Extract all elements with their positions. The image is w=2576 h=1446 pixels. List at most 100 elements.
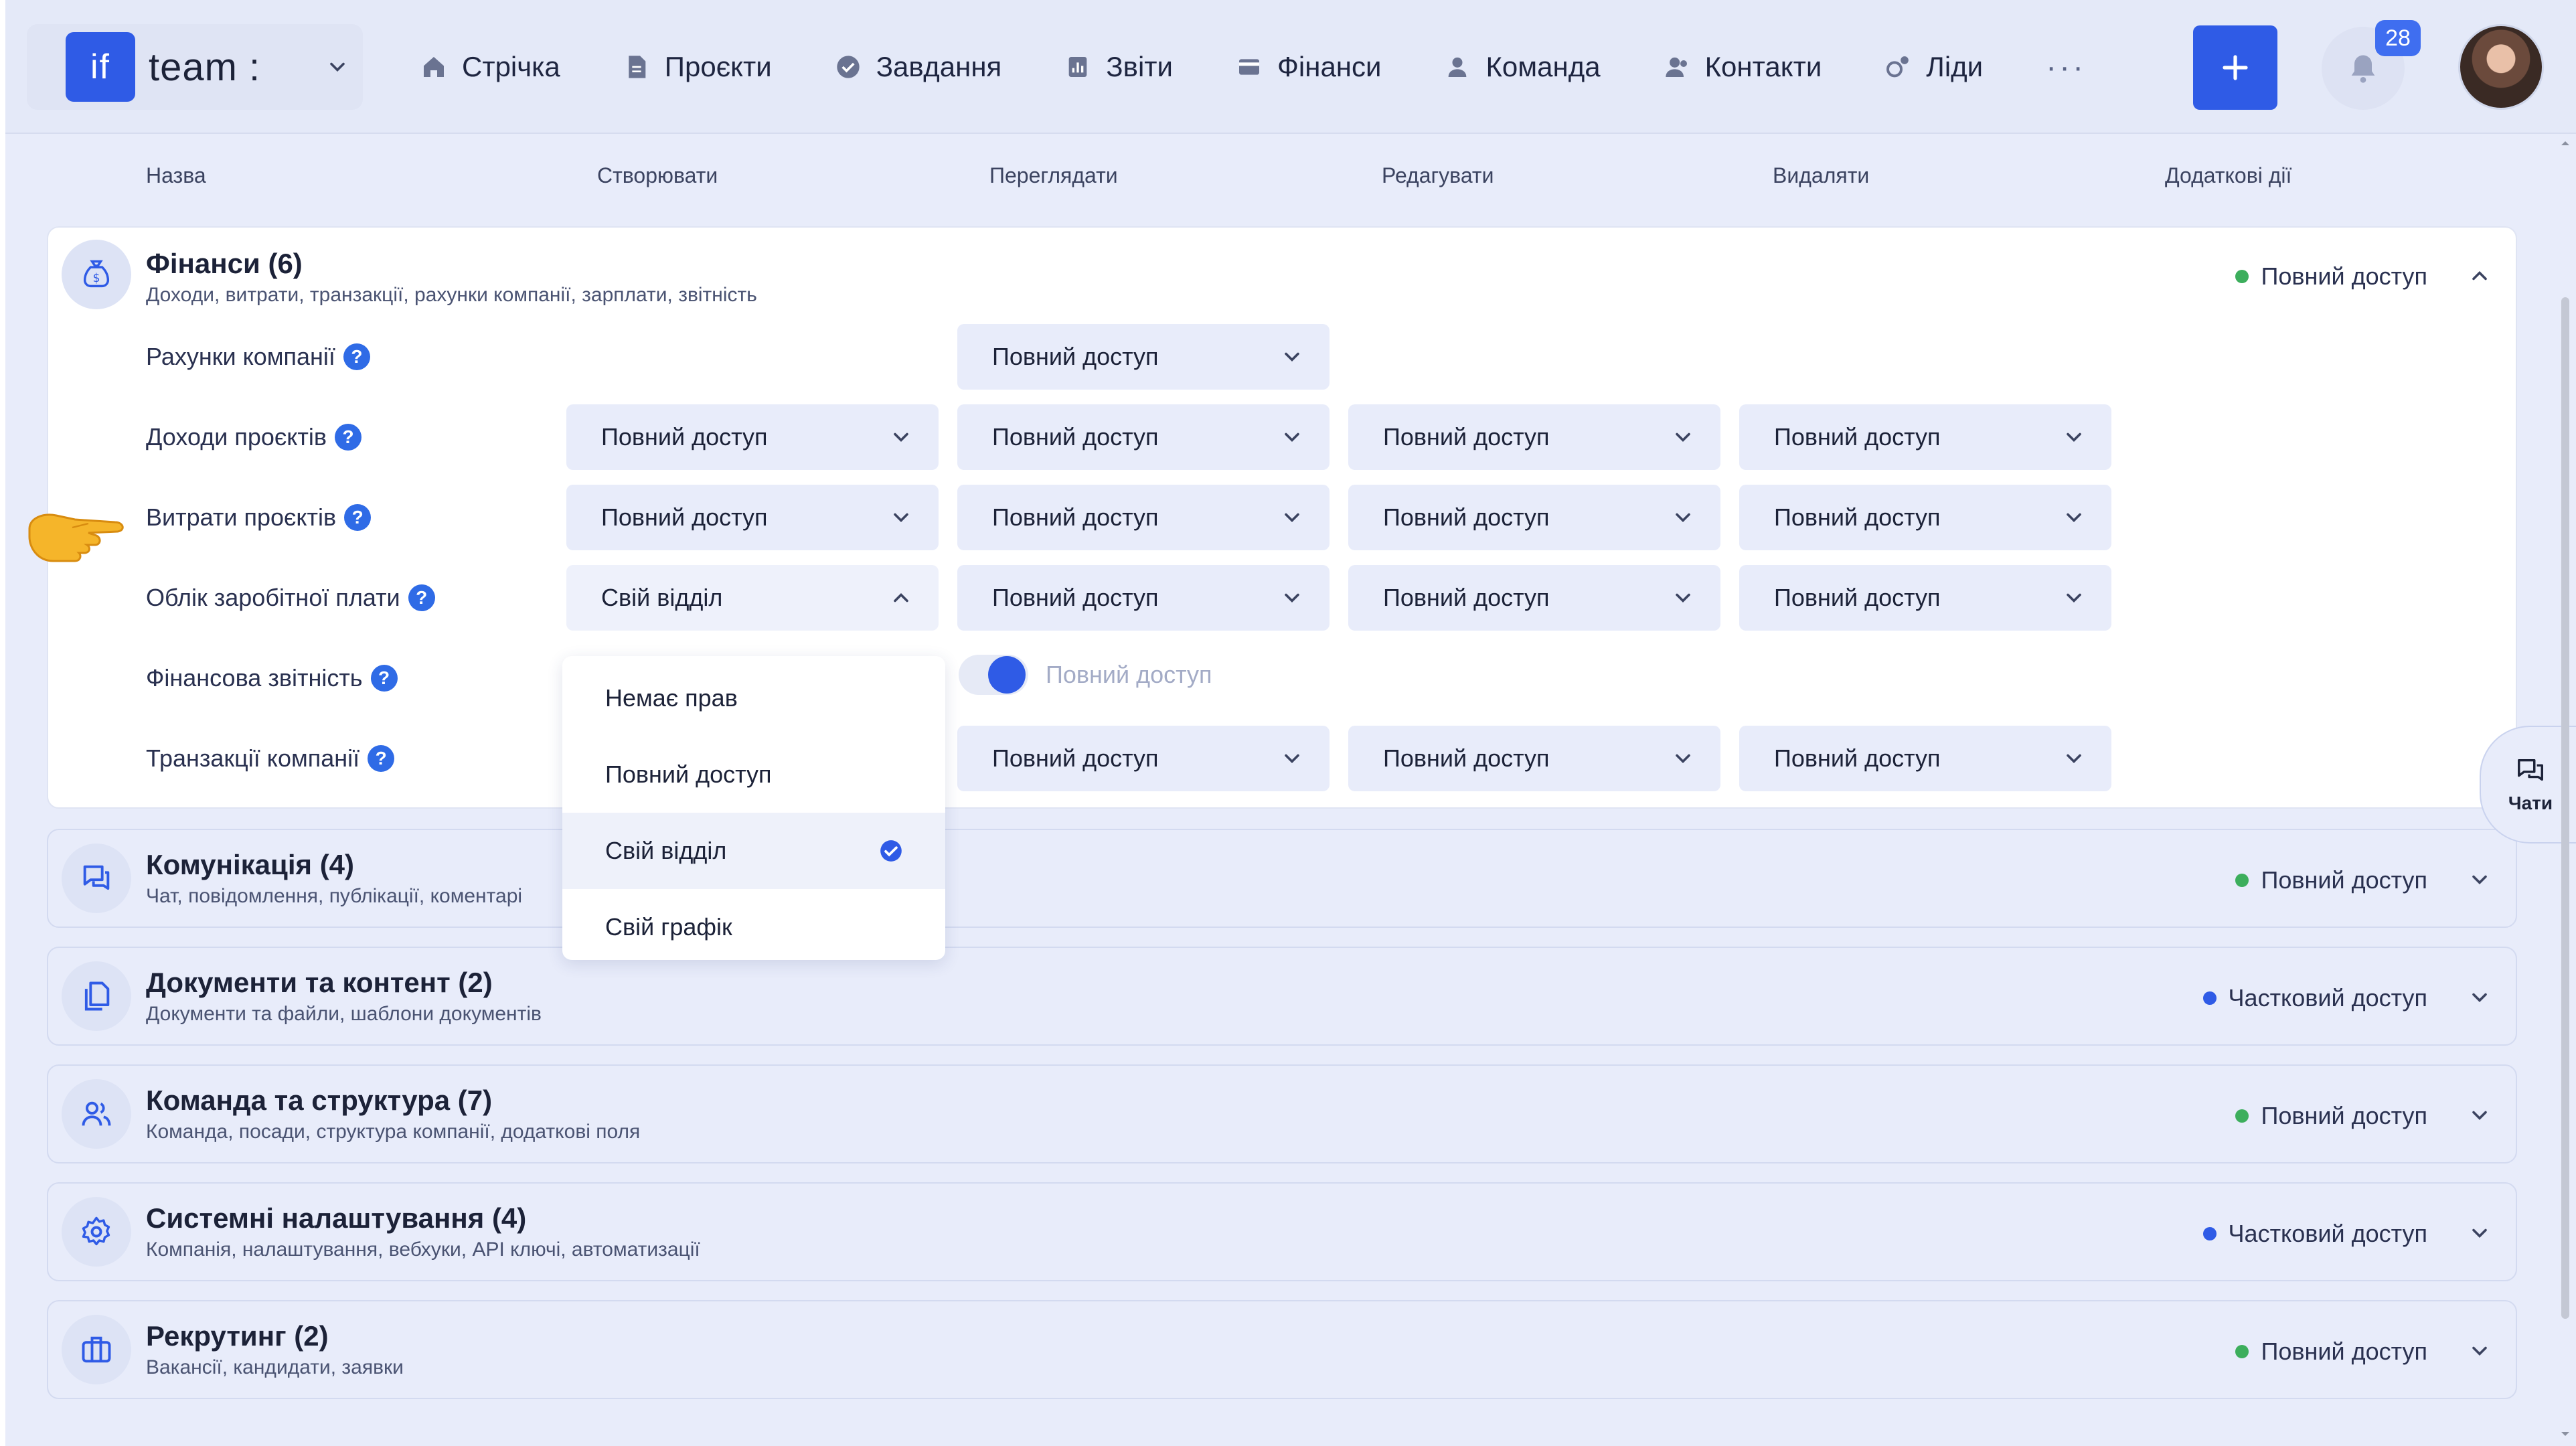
chevron-down-icon bbox=[2067, 754, 2081, 764]
edit-select[interactable]: Повний доступ bbox=[1348, 485, 1720, 550]
permission-name: Рахунки компанії bbox=[146, 343, 335, 370]
create-select[interactable]: Повний доступ bbox=[566, 485, 939, 550]
view-select[interactable]: Повний доступ bbox=[957, 565, 1330, 631]
permission-label: Витрати проєктів? bbox=[146, 503, 372, 532]
team-icon bbox=[62, 1079, 131, 1149]
add-button[interactable] bbox=[2193, 25, 2277, 110]
section-title: Системні налаштування (4) bbox=[146, 1202, 527, 1234]
select-value: Повний доступ bbox=[1774, 744, 1941, 772]
view-select[interactable]: Повний доступ bbox=[957, 324, 1330, 390]
chevron-down-icon bbox=[1285, 352, 1299, 362]
view-select[interactable]: Повний доступ bbox=[957, 726, 1330, 791]
create-select-open[interactable]: Свій відділ bbox=[566, 565, 939, 631]
section-card-team[interactable]: Команда та структура (7) Команда, посади… bbox=[47, 1064, 2517, 1163]
create-select[interactable]: Повний доступ bbox=[566, 404, 939, 470]
section-title: Команда та структура (7) bbox=[146, 1084, 493, 1116]
chevron-down-icon[interactable] bbox=[2468, 1103, 2492, 1127]
permission-name: Фінансова звітність bbox=[146, 664, 363, 692]
column-header-extra: Додаткові дії bbox=[2165, 163, 2292, 187]
edit-select[interactable]: Повний доступ bbox=[1348, 726, 1720, 791]
delete-select[interactable]: Повний доступ bbox=[1739, 565, 2111, 631]
status-dot bbox=[2202, 1227, 2217, 1240]
nav-item-leads[interactable]: Ліди bbox=[1884, 51, 1983, 83]
check-circle-icon bbox=[880, 840, 902, 862]
select-value: Повний доступ bbox=[601, 423, 768, 451]
help-icon[interactable]: ? bbox=[368, 745, 395, 772]
person-icon bbox=[1449, 57, 1467, 77]
select-value: Повний доступ bbox=[992, 584, 1159, 611]
settings-icon bbox=[62, 1197, 131, 1267]
select-value: Повний доступ bbox=[1383, 503, 1550, 531]
hand-pointer-icon bbox=[28, 513, 124, 562]
chevron-down-icon[interactable] bbox=[2468, 1339, 2492, 1363]
wallet-icon bbox=[1238, 59, 1259, 75]
nav-item-tasks[interactable]: Завдання bbox=[835, 51, 1001, 83]
section-title: Рекрутинг (2) bbox=[146, 1320, 329, 1352]
section-subtitle: Компанія, налаштування, вебхуки, API клю… bbox=[146, 1238, 700, 1261]
view-select[interactable]: Повний доступ bbox=[957, 485, 1330, 550]
nav-label: Фінанси bbox=[1277, 51, 1382, 82]
nav-item-contacts[interactable]: Контакти bbox=[1664, 51, 1822, 83]
chevron-down-icon bbox=[1285, 754, 1299, 764]
delete-select[interactable]: Повний доступ bbox=[1739, 485, 2111, 550]
status-label: Частковий доступ bbox=[2228, 984, 2427, 1012]
delete-select[interactable]: Повний доступ bbox=[1739, 404, 2111, 470]
nav-item-finance[interactable]: Фінанси bbox=[1236, 51, 1381, 83]
chevron-down-icon bbox=[1285, 513, 1299, 523]
section-card-documents[interactable]: Документи та контент (2) Документи та фа… bbox=[47, 947, 2517, 1046]
select-value: Повний доступ bbox=[1383, 584, 1550, 611]
chevron-down-icon bbox=[330, 62, 345, 72]
dropdown-option-own-department[interactable]: Свій відділ bbox=[562, 813, 945, 889]
chevron-down-icon bbox=[2067, 432, 2081, 443]
option-label: Повний доступ bbox=[605, 760, 772, 788]
help-icon[interactable]: ? bbox=[370, 665, 398, 692]
edit-select[interactable]: Повний доступ bbox=[1348, 565, 1720, 631]
nav-item-team[interactable]: Команда bbox=[1444, 51, 1601, 83]
view-select[interactable]: Повний доступ bbox=[957, 404, 1330, 470]
section-card-finance: $ Фінанси (6) Доходи, витрати, транзакці… bbox=[47, 226, 2517, 809]
scroll-up-arrow[interactable] bbox=[2557, 135, 2573, 151]
edit-select[interactable]: Повний доступ bbox=[1348, 404, 1720, 470]
chats-icon bbox=[2518, 758, 2543, 781]
chevron-down-icon[interactable] bbox=[2468, 985, 2492, 1010]
status-label: Повний доступ bbox=[2261, 1338, 2427, 1365]
section-title[interactable]: Фінанси (6) bbox=[146, 248, 303, 280]
team-switcher[interactable]: if team : bbox=[27, 24, 363, 110]
section-card-recruiting[interactable]: Рекрутинг (2) Вакансії, кандидати, заявк… bbox=[47, 1300, 2517, 1399]
column-header-edit: Редагувати bbox=[1382, 163, 1494, 187]
section-subtitle: Доходи, витрати, транзакції, рахунки ком… bbox=[146, 284, 757, 306]
help-icon[interactable]: ? bbox=[335, 424, 362, 451]
chevron-down-icon[interactable] bbox=[2468, 868, 2492, 892]
scroll-down-arrow[interactable] bbox=[2557, 1426, 2573, 1442]
chevron-down-icon[interactable] bbox=[2468, 1221, 2492, 1245]
chevron-up-icon[interactable] bbox=[2468, 264, 2492, 288]
section-status: Частковий доступ bbox=[2202, 984, 2427, 1012]
scrollbar-thumb[interactable] bbox=[2561, 297, 2569, 1319]
section-card-settings[interactable]: Системні налаштування (4) Компанія, нала… bbox=[47, 1182, 2517, 1281]
section-card-communication[interactable]: Комунікація (4) Чат, повідомлення, публі… bbox=[47, 829, 2517, 928]
help-icon[interactable]: ? bbox=[343, 343, 370, 370]
delete-select[interactable]: Повний доступ bbox=[1739, 726, 2111, 791]
dropdown-option-no-rights[interactable]: Немає прав bbox=[562, 660, 945, 736]
dropdown-option-own-schedule[interactable]: Свій графік bbox=[562, 889, 945, 965]
section-subtitle: Вакансії, кандидати, заявки bbox=[146, 1356, 404, 1378]
permission-name: Витрати проєктів bbox=[146, 503, 337, 531]
money-bag-icon: $ bbox=[62, 240, 131, 309]
section-status: Повний доступ bbox=[2235, 1338, 2427, 1366]
view-toggle[interactable]: Повний доступ bbox=[959, 655, 1212, 695]
permission-name: Доходи проєктів bbox=[146, 423, 327, 451]
status-dot bbox=[2235, 270, 2249, 283]
help-icon[interactable]: ? bbox=[408, 584, 435, 611]
chevron-down-icon bbox=[2067, 593, 2081, 603]
avatar[interactable] bbox=[2458, 24, 2544, 110]
help-icon[interactable]: ? bbox=[344, 504, 372, 531]
more-menu-button[interactable]: ··· bbox=[2046, 49, 2086, 86]
nav-item-reports[interactable]: Звіти bbox=[1064, 51, 1173, 83]
select-value: Повний доступ bbox=[992, 503, 1159, 531]
section-status: Повний доступ bbox=[2235, 262, 2427, 291]
notification-count-badge: 28 bbox=[2375, 20, 2421, 56]
nav-item-projects[interactable]: Проєкти bbox=[623, 51, 772, 83]
nav-item-feed[interactable]: Стрічка bbox=[420, 51, 560, 83]
dropdown-option-full-access[interactable]: Повний доступ bbox=[562, 736, 945, 813]
toggle-switch[interactable] bbox=[959, 655, 1028, 695]
